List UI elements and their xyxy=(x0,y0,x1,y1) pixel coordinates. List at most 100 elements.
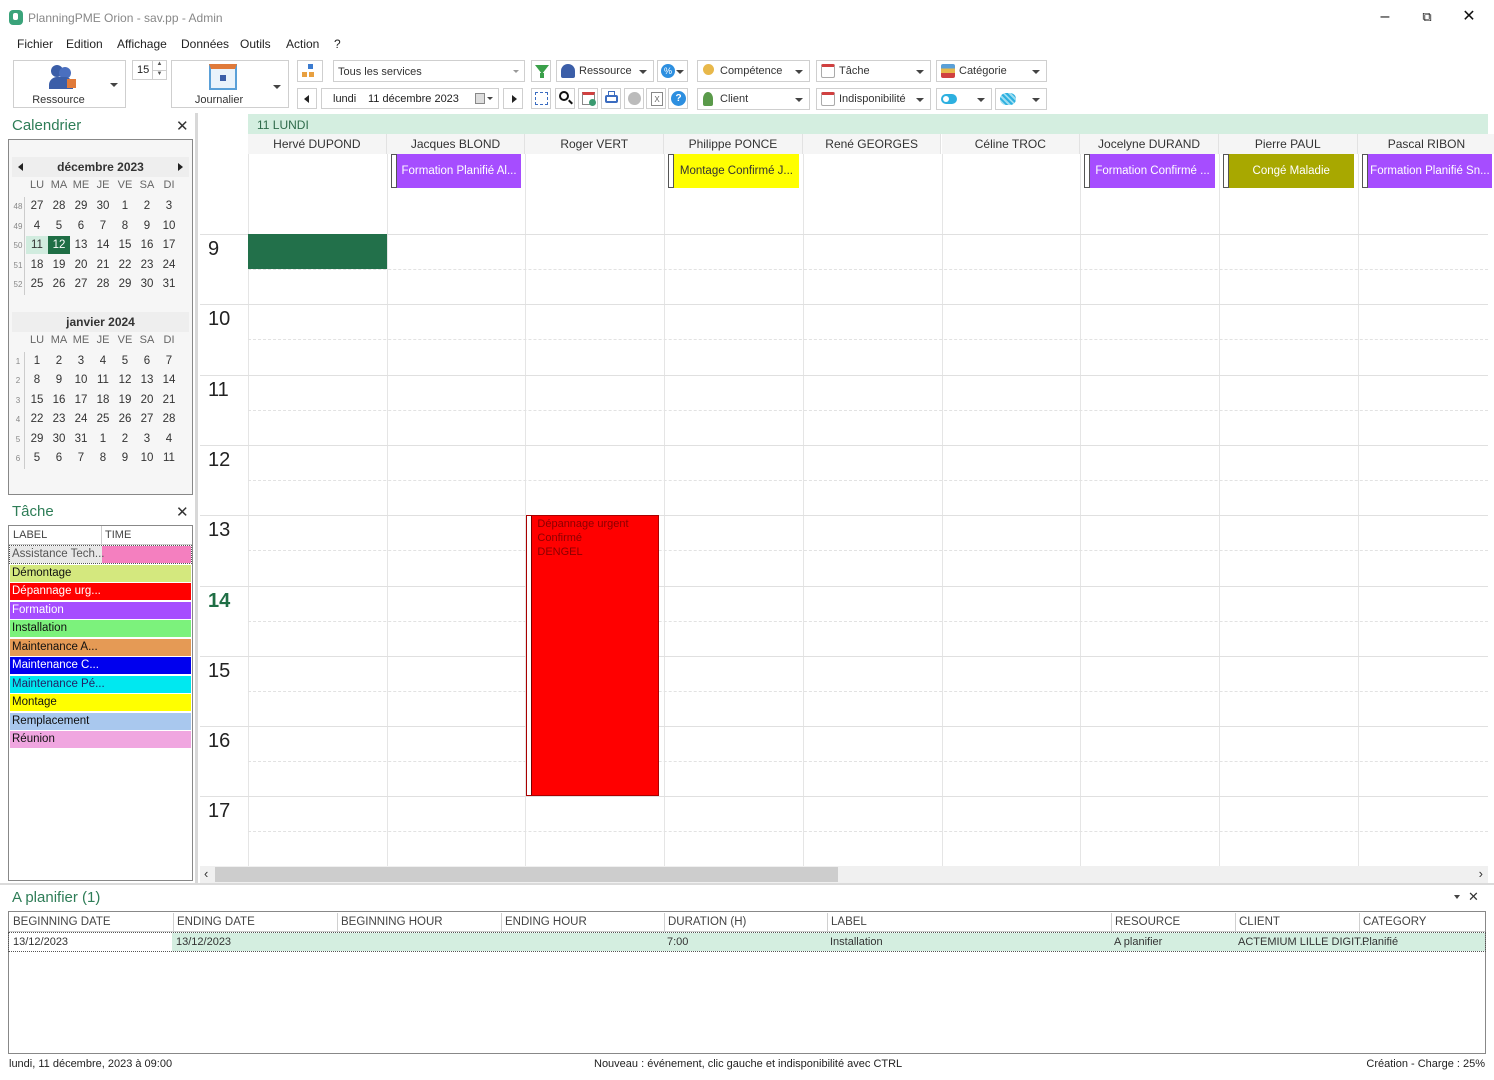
scrollbar-thumb[interactable] xyxy=(215,867,838,882)
client-filter-select[interactable]: Client xyxy=(697,88,810,110)
filter-button[interactable] xyxy=(531,60,551,82)
menu-affichage[interactable]: Affichage xyxy=(117,37,167,51)
calendar-day[interactable]: 24 xyxy=(158,256,180,274)
calendar-day[interactable]: 27 xyxy=(26,197,48,215)
resource-column-header[interactable]: Jocelyne DURAND xyxy=(1080,134,1219,154)
allday-event[interactable]: Montage Confirmé J... xyxy=(668,154,799,188)
calendar-day[interactable]: 31 xyxy=(70,430,92,448)
allday-event[interactable]: Formation Planifié Al... xyxy=(390,154,522,188)
calendar-day[interactable]: 28 xyxy=(92,275,114,293)
allday-event[interactable]: Formation Planifié Sn... xyxy=(1361,154,1493,188)
calendar-day[interactable]: 14 xyxy=(158,371,180,389)
unplanned-panel-close-icon[interactable]: ✕ xyxy=(1468,889,1479,905)
column-header[interactable]: ENDING HOUR xyxy=(501,913,587,931)
task-item[interactable]: Réunion xyxy=(10,731,191,748)
panel-menu-icon[interactable] xyxy=(1454,895,1460,899)
column-header[interactable]: ENDING DATE xyxy=(173,913,255,931)
allday-event[interactable]: Congé Maladie xyxy=(1222,154,1354,188)
calendar-day[interactable]: 2 xyxy=(48,352,70,370)
task-item[interactable]: Remplacement xyxy=(10,712,191,730)
calendar-day[interactable]: 27 xyxy=(70,275,92,293)
resource-column-header[interactable]: Jacques BLOND xyxy=(386,134,526,154)
calendar-day[interactable]: 7 xyxy=(92,217,114,235)
calendar-day[interactable]: 17 xyxy=(158,236,180,254)
calendar-day[interactable]: 21 xyxy=(92,256,114,274)
menu-help[interactable]: ? xyxy=(334,37,341,51)
splitter[interactable] xyxy=(195,113,198,883)
task-item[interactable]: Montage xyxy=(10,694,191,711)
menu-edition[interactable]: Edition xyxy=(66,37,103,51)
view-mode-button[interactable]: Ressource xyxy=(13,60,126,108)
resource-column-header[interactable]: Pierre PAUL xyxy=(1218,134,1358,154)
date-picker[interactable]: lundi 11 décembre 2023 xyxy=(321,88,499,109)
calendar-day[interactable]: 13 xyxy=(70,236,92,254)
category-filter-select[interactable]: Catégorie xyxy=(936,60,1047,82)
calendar-day[interactable]: 28 xyxy=(158,410,180,428)
calendar-day[interactable]: 25 xyxy=(92,410,114,428)
column-header[interactable]: BEGINNING DATE xyxy=(10,913,111,931)
calendar-day[interactable]: 29 xyxy=(70,197,92,215)
task-item[interactable]: Installation xyxy=(10,620,191,637)
calendar-day[interactable]: 27 xyxy=(136,410,158,428)
close-button[interactable]: ✕ xyxy=(1454,6,1484,28)
calendar-day[interactable]: 28 xyxy=(48,197,70,215)
calendar-day[interactable]: 9 xyxy=(48,371,70,389)
calendar-day[interactable]: 15 xyxy=(26,391,48,409)
calendar-day[interactable]: 1 xyxy=(26,352,48,370)
calendar-day[interactable]: 16 xyxy=(136,236,158,254)
scroll-right-icon[interactable]: › xyxy=(1479,866,1483,881)
calendar-day[interactable]: 30 xyxy=(136,275,158,293)
calendar-day[interactable]: 22 xyxy=(26,410,48,428)
calendar-day[interactable]: 10 xyxy=(158,217,180,235)
print-button[interactable] xyxy=(601,88,621,109)
unavailability-filter-select[interactable]: Indisponibilité xyxy=(816,88,931,110)
calendar-day[interactable]: 24 xyxy=(70,410,92,428)
calendar-day[interactable]: 19 xyxy=(48,256,70,274)
calendar-day[interactable]: 8 xyxy=(114,217,136,235)
scroll-left-icon[interactable]: ‹ xyxy=(204,866,208,881)
menu-fichier[interactable]: Fichier xyxy=(17,37,53,51)
calendar-day[interactable]: 26 xyxy=(48,275,70,293)
calendar-day[interactable]: 20 xyxy=(70,256,92,274)
calendar-day[interactable]: 26 xyxy=(114,410,136,428)
planning-grid[interactable]: 11 LUNDI Hervé DUPOND Jacques BLOND Roger … xyxy=(200,113,1494,883)
resource-column-header[interactable]: Céline TROC xyxy=(941,134,1081,154)
calendar-day[interactable]: 2 xyxy=(114,430,136,448)
calendar-day[interactable]: 1 xyxy=(114,197,136,215)
calendar-day[interactable]: 16 xyxy=(48,391,70,409)
step-spinner[interactable]: 15 ▲ ▼ xyxy=(132,60,167,80)
column-header[interactable]: CLIENT xyxy=(1235,913,1280,931)
calendar-day[interactable]: 15 xyxy=(114,236,136,254)
calendar-day[interactable]: 4 xyxy=(26,217,48,235)
pattern-filter-select[interactable] xyxy=(995,88,1047,110)
calendar-day[interactable]: 3 xyxy=(136,430,158,448)
task-panel-close-icon[interactable]: ✕ xyxy=(176,503,189,521)
task-item[interactable]: Démontage xyxy=(10,564,191,582)
calendar-day[interactable]: 3 xyxy=(158,197,180,215)
calendar-day[interactable]: 8 xyxy=(26,371,48,389)
column-header[interactable]: LABEL xyxy=(827,913,867,931)
calendar-day[interactable]: 18 xyxy=(26,256,48,274)
horizontal-scrollbar[interactable]: ‹ › xyxy=(200,866,1488,883)
menu-action[interactable]: Action xyxy=(286,37,319,51)
column-header[interactable]: BEGINNING HOUR xyxy=(337,913,443,931)
calendar-day[interactable]: 29 xyxy=(26,430,48,448)
menu-outils[interactable]: Outils xyxy=(240,37,271,51)
previous-day-button[interactable] xyxy=(297,88,317,109)
task-item[interactable]: Maintenance Pé... xyxy=(10,675,191,693)
resource-column-header[interactable]: Roger VERT xyxy=(525,134,665,154)
spin-down-icon[interactable]: ▼ xyxy=(152,70,166,79)
competence-filter-select[interactable]: Compétence xyxy=(697,60,810,82)
task-item[interactable]: Maintenance C... xyxy=(10,657,191,674)
calendar-day[interactable]: 18 xyxy=(92,391,114,409)
restore-button[interactable]: ⧉ xyxy=(1412,6,1442,28)
resource-column-header[interactable]: Pascal RIBON xyxy=(1357,134,1494,154)
spin-up-icon[interactable]: ▲ xyxy=(152,61,166,70)
calendar-day[interactable]: 8 xyxy=(92,449,114,467)
timed-event[interactable] xyxy=(248,234,387,270)
help-button[interactable]: ? xyxy=(668,88,688,109)
timed-event[interactable]: Dépannage urgent Confirmé DENGEL xyxy=(526,515,660,797)
calendar-day[interactable]: 7 xyxy=(158,352,180,370)
allday-event[interactable]: Formation Confirmé ... xyxy=(1084,154,1215,188)
calendar-day[interactable]: 17 xyxy=(70,391,92,409)
